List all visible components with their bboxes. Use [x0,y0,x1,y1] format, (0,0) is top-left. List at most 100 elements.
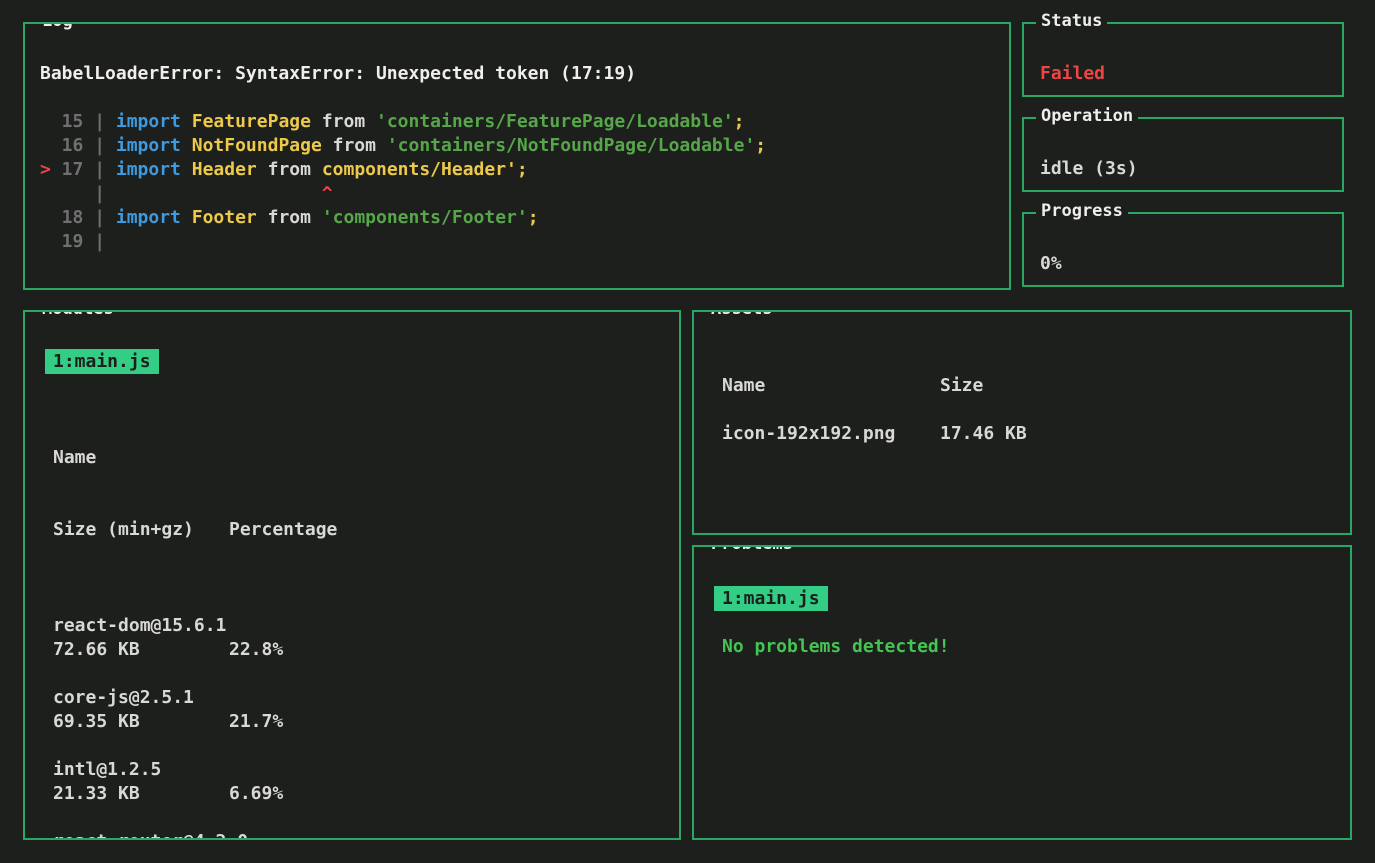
progress-panel-title: Progress [1036,201,1128,221]
code-token: 'components/Footer' [322,207,528,228]
code-token: 'containers/FeaturePage/Loadable' [376,111,734,132]
code-frame: 15 | import FeaturePage from 'containers… [40,110,993,254]
module-percentage: 22.8% [229,639,283,660]
asset-row: icon-192x192.png17.46 KB [722,422,1322,446]
modules-selected-tab[interactable]: 1:main.js [45,349,159,374]
problems-panel-title: Problems [706,545,798,554]
log-panel-title: Log [37,22,78,31]
operation-value: idle (3s) [1040,157,1342,181]
assets-header-size: Size [940,375,983,396]
module-size-row: 69.35 KB21.7% [53,710,651,734]
operation-panel-title: Operation [1036,106,1138,126]
module-name: core-js@2.5.1 [53,686,651,710]
operation-panel: Operation idle (3s) [1022,117,1344,192]
code-token: ; [755,135,766,156]
assets-list: icon-192x192.png17.46 KB [722,422,1322,446]
progress-panel: Progress 0% [1022,212,1344,287]
log-panel: Log BabelLoaderError: SyntaxError: Unexp… [23,22,1011,290]
code-line: | ^ [40,182,993,206]
modules-badge-row: 1:main.js [53,350,651,374]
top-row: Log BabelLoaderError: SyntaxError: Unexp… [23,22,1352,290]
assets-body: NameSize icon-192x192.png17.46 KB [694,312,1350,446]
error-line-marker [40,183,51,204]
code-token [181,207,192,228]
code-token: Header [192,159,257,180]
code-token: import [116,135,181,156]
module-size: 72.66 KB [53,638,229,662]
code-token: 'containers/NotFoundPage/Loadable' [387,135,755,156]
module-name: react-router@4.2.0 [53,830,651,840]
code-line: 18 | import Footer from 'components/Foot… [40,206,993,230]
module-percentage: 21.7% [229,711,283,732]
assets-panel: Assets NameSize icon-192x192.png17.46 KB [692,310,1352,535]
module-size: 21.33 KB [53,782,229,806]
line-gutter: > 17 | [40,159,116,180]
module-size-row: 21.33 KB6.69% [53,782,651,806]
asset-size: 17.46 KB [940,423,1027,444]
code-token: Footer [192,207,257,228]
assets-header-name: Name [722,374,940,398]
error-message: BabelLoaderError: SyntaxError: Unexpecte… [40,62,993,86]
code-token [181,159,192,180]
error-line-marker [40,207,51,228]
line-gutter: 16 | [40,135,116,156]
modules-panel-title: Modules [37,310,119,319]
module-name: react-dom@15.6.1 [53,614,651,638]
code-line: 15 | import FeaturePage from 'containers… [40,110,993,134]
code-token: import [116,207,181,228]
error-line-marker [40,111,51,132]
modules-body: 1:main.js Name Size (min+gz)Percentage r… [25,312,679,840]
status-panel: Status Failed [1022,22,1344,97]
modules-table-header: Name Size (min+gz)Percentage [53,398,651,590]
error-line-marker [40,135,51,156]
code-token: from [311,111,376,132]
problems-badge-row: 1:main.js [722,587,1322,611]
code-token: ; [734,111,745,132]
problems-panel: Problems 1:main.js No problems detected! [692,545,1352,840]
code-line: 16 | import NotFoundPage from 'container… [40,134,993,158]
log-scroll-area[interactable]: BabelLoaderError: SyntaxError: Unexpecte… [25,24,1009,254]
module-row: core-js@2.5.169.35 KB21.7% [53,686,651,734]
code-token [116,183,322,204]
module-row: react-dom@15.6.172.66 KB22.8% [53,614,651,662]
module-row: react-router@4.2.016.88 KB5.29% [53,830,651,840]
module-size-row: 72.66 KB22.8% [53,638,651,662]
code-line: 19 | [40,230,993,254]
module-name: intl@1.2.5 [53,758,651,782]
line-gutter: 18 | [40,207,116,228]
assets-panel-title: Assets [706,310,777,319]
asset-name: icon-192x192.png [722,422,940,446]
error-line-marker [40,231,51,252]
modules-header-name: Name [53,446,651,470]
module-percentage: 6.69% [229,783,283,804]
code-token: from [322,135,387,156]
status-value: Failed [1040,62,1342,86]
modules-header-size: Size (min+gz) [53,518,229,542]
bottom-row: Modules 1:main.js Name Size (min+gz)Perc… [23,310,1352,840]
modules-list: react-dom@15.6.172.66 KB22.8% core-js@2.5… [53,614,651,840]
module-row: intl@1.2.521.33 KB6.69% [53,758,651,806]
code-token: import [116,159,181,180]
code-token: ; [528,207,539,228]
status-column: Status Failed Operation idle (3s) Progre… [1022,22,1344,290]
line-gutter: 19 | [40,231,116,252]
line-gutter: 15 | [40,111,116,132]
progress-value: 0% [1040,252,1342,276]
problems-selected-tab[interactable]: 1:main.js [714,586,828,611]
webpack-dashboard-app: Log BabelLoaderError: SyntaxError: Unexp… [23,22,1352,840]
modules-panel: Modules 1:main.js Name Size (min+gz)Perc… [23,310,681,840]
module-size: 69.35 KB [53,710,229,734]
assets-table-header: NameSize [722,374,1322,398]
code-token: NotFoundPage [192,135,322,156]
code-line: > 17 | import Header from components/Hea… [40,158,993,182]
code-token: import [116,111,181,132]
code-token: from [257,159,322,180]
code-token: components/Header'; [322,159,528,180]
problems-message: No problems detected! [722,635,1322,659]
code-token: ^ [322,183,333,204]
modules-header-percentage: Percentage [229,519,337,540]
error-line-marker: > [40,159,51,180]
modules-header-size-row: Size (min+gz)Percentage [53,518,651,542]
line-gutter: | [40,183,116,204]
code-token [181,111,192,132]
